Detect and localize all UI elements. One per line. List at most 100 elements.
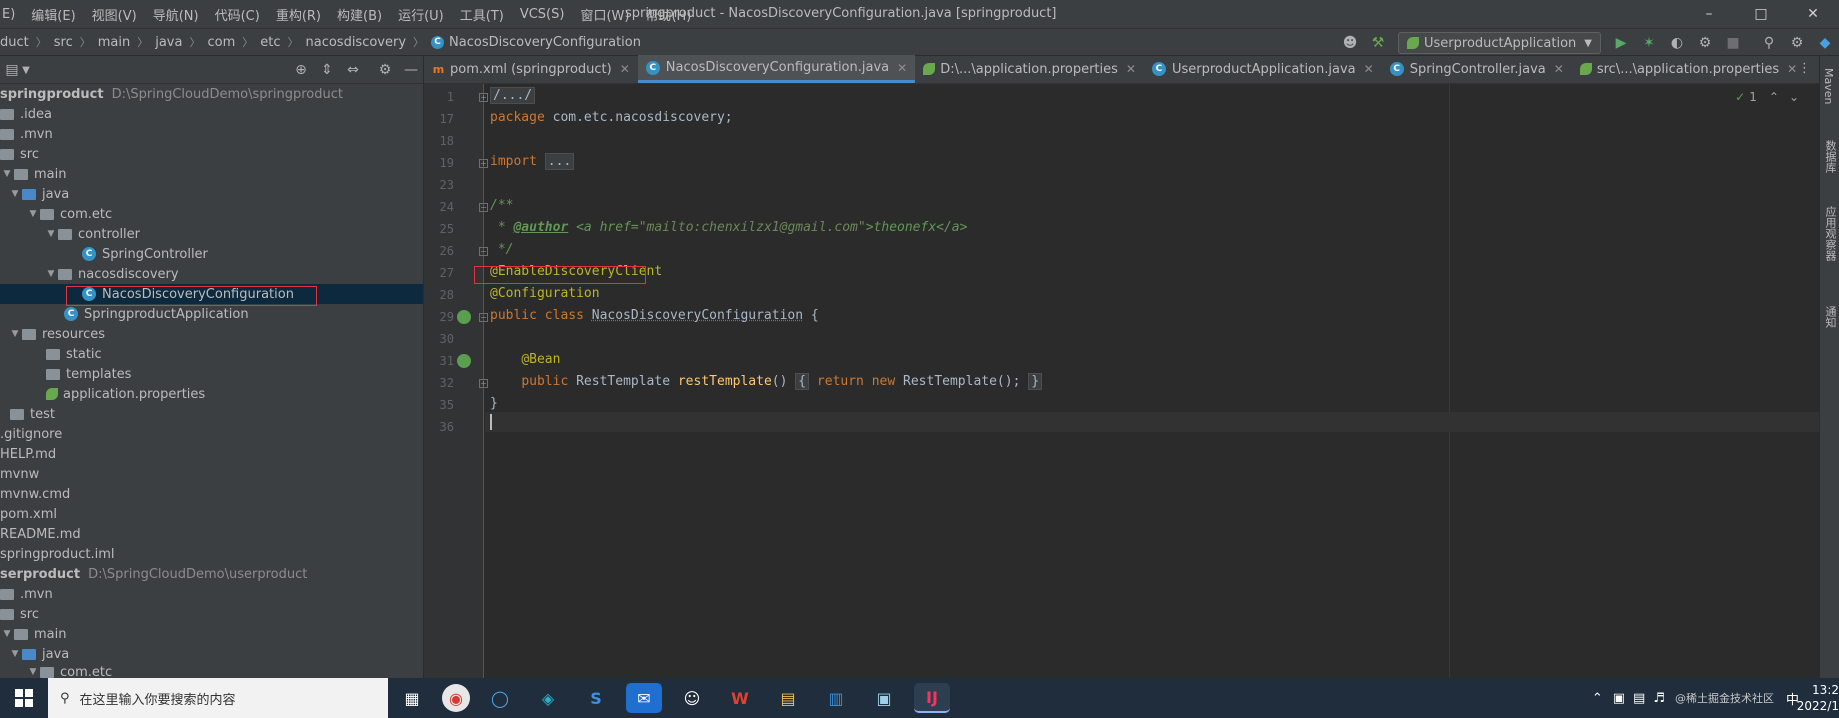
breadcrumb-class[interactable]: NacosDiscoveryConfiguration — [449, 35, 641, 50]
wps-icon[interactable]: W — [722, 683, 758, 713]
menu-file[interactable]: E) — [0, 7, 23, 22]
tree-item-src[interactable]: src — [0, 604, 423, 624]
user-icon[interactable]: ☻ — [1338, 31, 1362, 55]
breadcrumb-etc[interactable]: etc — [260, 35, 280, 50]
menu-navigate[interactable]: 导航(N) — [145, 5, 207, 24]
menu-code[interactable]: 代码(C) — [207, 5, 268, 24]
windows-start-button[interactable] — [0, 678, 48, 718]
tree-item-nacosdiscoveryconfiguration[interactable]: C NacosDiscoveryConfiguration — [0, 284, 423, 304]
tree-item-com-etc[interactable]: ▼ com.etc — [0, 204, 423, 224]
edge-icon[interactable]: ◈ — [530, 683, 566, 713]
breadcrumb-main[interactable]: main — [98, 35, 130, 50]
close-icon[interactable]: ✕ — [620, 62, 630, 76]
jetbrains-toolbox-icon[interactable]: ◆ — [1813, 31, 1837, 55]
profile-icon[interactable]: ⚙ — [1693, 31, 1717, 55]
tree-item-help-md[interactable]: HELP.md — [0, 444, 423, 464]
fold-icon[interactable]: + — [479, 93, 488, 102]
menu-run[interactable]: 运行(U) — [390, 5, 452, 24]
chevron-down-icon[interactable]: ▼ — [0, 169, 14, 179]
tree-item-mvnw-cmd[interactable]: mvnw.cmd — [0, 484, 423, 504]
chevron-down-icon[interactable]: ⌄ — [1789, 90, 1799, 104]
clock[interactable]: 13:2 2022/1 — [1797, 682, 1839, 714]
chevron-down-icon[interactable]: ▼ — [26, 209, 40, 219]
app-book-icon[interactable]: ▥ — [818, 683, 854, 713]
database-tool-button[interactable]: 数据库 — [1822, 140, 1838, 173]
tab-nacosdiscoveryconfiguration[interactable]: C NacosDiscoveryConfiguration.java ✕ — [637, 55, 916, 83]
fold-icon[interactable]: − — [479, 247, 488, 256]
tab-application-properties-2[interactable]: src\...\application.properties ✕ — [1572, 55, 1805, 83]
tree-item-src[interactable]: src — [0, 144, 423, 164]
settings-gear-icon[interactable]: ⚙ — [373, 58, 397, 82]
chrome-icon[interactable]: ◉ — [442, 684, 470, 712]
app-avatar-icon[interactable]: ☺ — [674, 683, 710, 713]
coverage-icon[interactable]: ◐ — [1665, 31, 1689, 55]
breadcrumb-java[interactable]: java — [155, 35, 182, 50]
code-editor[interactable]: 1 17 18 19 23 24 25 26 27 28 29 30 31 32… — [424, 84, 1819, 678]
folded-region[interactable]: ... — [544, 153, 575, 170]
menu-vcs[interactable]: VCS(S) — [512, 7, 573, 22]
tree-item-idea[interactable]: .idea — [0, 104, 423, 124]
menu-refactor[interactable]: 重构(R) — [268, 5, 329, 24]
volume-icon[interactable]: ♬ — [1653, 691, 1665, 706]
close-icon[interactable]: ✕ — [1554, 62, 1564, 76]
close-icon[interactable]: ✕ — [1126, 62, 1136, 76]
chevron-down-icon[interactable]: ▼ — [8, 329, 22, 339]
tree-item-springproduct-iml[interactable]: springproduct.iml — [0, 544, 423, 564]
intellij-idea-icon[interactable]: IJ — [914, 683, 950, 713]
task-view-icon[interactable]: ▦ — [394, 683, 430, 713]
close-icon[interactable]: ✕ — [1364, 62, 1374, 76]
tree-item-springcontroller[interactable]: C SpringController — [0, 244, 423, 264]
tree-item-controller[interactable]: ▼ controller — [0, 224, 423, 244]
close-icon[interactable]: ✕ — [1787, 62, 1797, 76]
chevron-down-icon[interactable]: ▼ — [0, 629, 14, 639]
tree-item-springproductapplication[interactable]: C SpringproductApplication — [0, 304, 423, 324]
tree-item-main[interactable]: ▼ main — [0, 624, 423, 644]
tree-item-com-etc[interactable]: ▼ com.etc — [0, 662, 423, 679]
file-explorer-icon[interactable]: ▤ — [770, 683, 806, 713]
fold-icon[interactable]: + — [479, 379, 488, 388]
tree-item-static[interactable]: static — [0, 344, 423, 364]
tree-item-templates[interactable]: templates — [0, 364, 423, 384]
tab-pom-xml[interactable]: m pom.xml (springproduct) ✕ — [424, 55, 638, 83]
tree-item-test[interactable]: test — [0, 404, 423, 424]
chevron-down-icon[interactable]: ▼ — [26, 667, 40, 677]
endpoints-tool-button[interactable]: 应用观察器 — [1822, 206, 1838, 261]
fold-icon[interactable]: − — [479, 313, 488, 322]
search-icon[interactable]: ⚲ — [1757, 31, 1781, 55]
chevron-down-icon[interactable]: ▼ — [8, 649, 22, 659]
run-configuration-dropdown[interactable]: UserproductApplication ▼ — [1398, 32, 1601, 54]
menu-view[interactable]: 视图(V) — [84, 5, 145, 24]
menu-tools[interactable]: 工具(T) — [452, 5, 512, 24]
stop-icon[interactable]: ■ — [1721, 31, 1745, 55]
breadcrumb-src[interactable]: src — [54, 35, 73, 50]
tree-item-mvn[interactable]: .mvn — [0, 584, 423, 604]
locate-icon[interactable]: ⊕ — [289, 58, 313, 82]
tree-item-gitignore[interactable]: .gitignore — [0, 424, 423, 444]
breadcrumb-project[interactable]: duct — [0, 35, 29, 50]
tree-item-application-properties[interactable]: application.properties — [0, 384, 423, 404]
spring-bean-gutter-icon[interactable] — [457, 310, 471, 324]
folded-region[interactable]: /.../ — [490, 87, 536, 104]
folded-region[interactable]: { — [795, 373, 810, 390]
tree-item-resources[interactable]: ▼ resources — [0, 324, 423, 344]
tree-item-userproduct[interactable]: serproduct D:\SpringCloudDemo\userproduct — [0, 564, 423, 584]
menu-edit[interactable]: 编辑(E) — [23, 5, 83, 24]
tab-userproductapplication[interactable]: C UserproductApplication.java ✕ — [1144, 55, 1382, 83]
tree-item-main[interactable]: ▼ main — [0, 164, 423, 184]
tree-item-mvnw[interactable]: mvnw — [0, 464, 423, 484]
chevron-up-icon[interactable]: ⌃ — [1769, 90, 1779, 104]
chevron-down-icon[interactable]: ▼ — [44, 229, 58, 239]
breadcrumb-com[interactable]: com — [207, 35, 235, 50]
tree-item-java[interactable]: ▼ java — [0, 644, 423, 664]
tree-item-readme-md[interactable]: README.md — [0, 524, 423, 544]
minimize-button[interactable]: – — [1683, 0, 1735, 28]
folded-region[interactable]: } — [1028, 373, 1043, 390]
tree-item-springproduct[interactable]: springproduct D:\SpringCloudDemo\springpr… — [0, 84, 423, 104]
settings-gear-icon[interactable]: ⚙ — [1785, 31, 1809, 55]
collapse-all-icon[interactable]: ⇔ — [341, 58, 365, 82]
more-options-icon[interactable]: ⋮ — [1798, 61, 1811, 76]
tree-item-nacosdiscovery[interactable]: ▼ nacosdiscovery — [0, 264, 423, 284]
menu-build[interactable]: 构建(B) — [329, 5, 390, 24]
tab-application-properties-1[interactable]: D:\...\application.properties ✕ — [915, 55, 1144, 83]
chevron-down-icon[interactable]: ▼ — [14, 58, 38, 82]
